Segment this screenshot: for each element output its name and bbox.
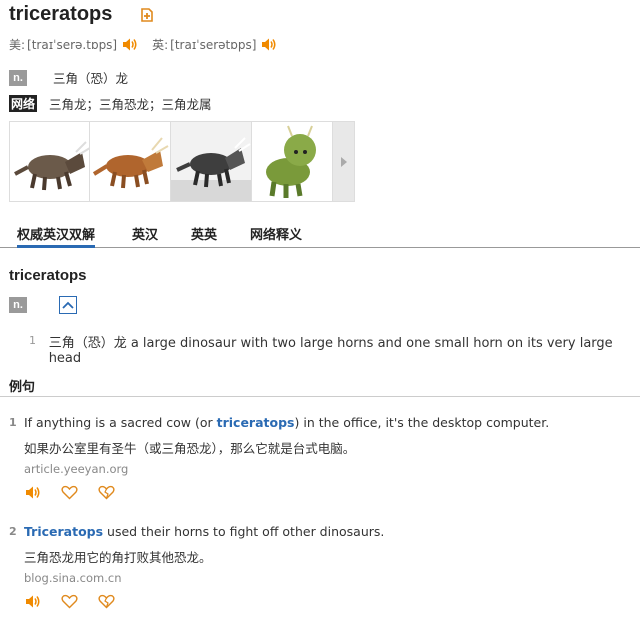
example-english: Triceratops used their horns to fight of… [24,524,384,539]
section-pos-tag: n. [9,297,27,313]
pos-tag: n. [9,69,27,86]
next-images-button[interactable] [333,121,355,202]
pos-meaning: 三角（恐）龙 [53,71,129,86]
image-strip [9,121,355,202]
phonetics-row: 美: [traɪˈserə.tɒps] 英: [traɪˈserətɒps] [9,36,291,53]
example-actions [24,484,135,501]
heart-icon[interactable] [61,594,78,609]
image-thumbnail[interactable] [90,121,171,202]
example-chinese: 如果办公室里有圣牛（或三角恐龙），那么它就是台式电脑。 [24,441,356,456]
broken-heart-icon[interactable] [98,594,115,609]
example-number: 2 [9,525,17,538]
image-thumbnail[interactable] [171,121,252,202]
speaker-icon[interactable] [24,593,41,610]
example-source: blog.sina.com.cn [24,571,122,585]
pos-definition-row: n. 三角（恐）龙 [9,68,128,87]
add-to-wordbook-icon[interactable] [139,7,155,23]
chevron-right-icon [340,156,347,167]
tab-authoritative[interactable]: 权威英汉双解 [17,224,96,248]
phonetic-uk-label: 英: [152,38,169,52]
speaker-us-icon[interactable] [121,36,138,53]
example-number: 1 [9,416,17,429]
example-en-text: used their horns to fight off other dino… [103,524,385,539]
speaker-icon[interactable] [24,484,41,501]
dictionary-tabs: 权威英汉双解 英汉 英英 网络释义 [0,221,640,248]
example-chinese: 三角恐龙用它的角打败其他恐龙。 [24,550,212,565]
example-en-text: ) in the office, it's the desktop comput… [294,415,550,430]
phonetic-us: 美: [traɪˈserə.tɒps] [9,36,138,53]
divider [0,396,640,397]
heart-icon[interactable] [61,485,78,500]
sense-text: 三角（恐）龙 a large dinosaur with two large h… [48,336,613,366]
collapse-button[interactable] [59,296,77,314]
example-keyword-link[interactable]: Triceratops [24,524,103,539]
sense-item: 1 三角（恐）龙 a large dinosaur with two large… [29,332,640,366]
chevron-up-icon [62,301,74,309]
tab-en-en[interactable]: 英英 [191,224,217,243]
example-source: article.yeeyan.org [24,462,129,476]
headword: triceratops [9,3,113,25]
example-english: If anything is a sacred cow (or tricerat… [24,415,549,430]
net-definition-row: 网络 三角龙；三角恐龙；三角龙属 [9,94,212,113]
example-keyword-link[interactable]: triceratops [217,415,295,430]
speaker-uk-icon[interactable] [260,36,277,53]
example-en-text: If anything is a sacred cow (or [24,415,217,430]
sense-number: 1 [29,334,36,347]
image-thumbnail[interactable] [252,121,333,202]
tab-web-definitions[interactable]: 网络释义 [250,224,302,243]
phonetic-us-ipa: [traɪˈserə.tɒps] [27,37,118,52]
phonetic-us-label: 美: [9,38,26,52]
image-thumbnail[interactable] [9,121,90,202]
tab-en-cn[interactable]: 英汉 [132,224,158,243]
phonetic-uk-ipa: [traɪˈserətɒps] [170,37,257,52]
net-meaning: 三角龙；三角恐龙；三角龙属 [49,97,212,112]
examples-heading: 例句 [9,380,36,395]
example-actions [24,593,135,610]
broken-heart-icon[interactable] [98,485,115,500]
section-word: triceratops [9,267,87,284]
net-tag: 网络 [9,95,38,112]
phonetic-uk: 英: [traɪˈserətɒps] [152,36,277,53]
